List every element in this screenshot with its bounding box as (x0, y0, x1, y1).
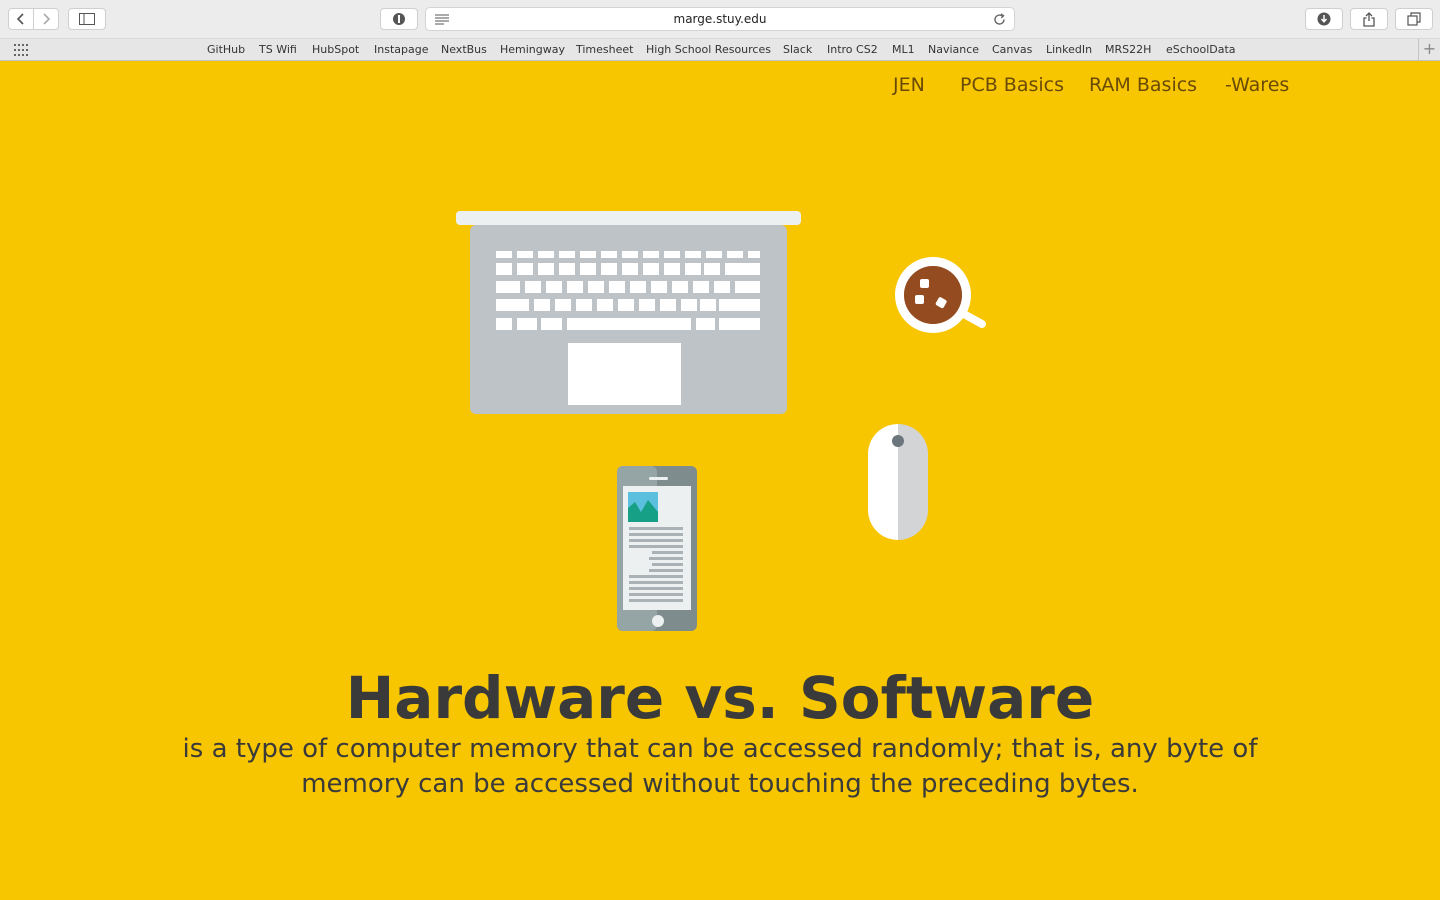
phone-illustration (617, 466, 697, 631)
laptop-illustration (456, 211, 801, 414)
page-title: Hardware vs. Software (345, 664, 1095, 732)
mouse-illustration (868, 424, 928, 540)
coffee-mug-illustration (895, 257, 986, 333)
page-subtitle: is a type of computer memory that can be… (182, 734, 1258, 799)
